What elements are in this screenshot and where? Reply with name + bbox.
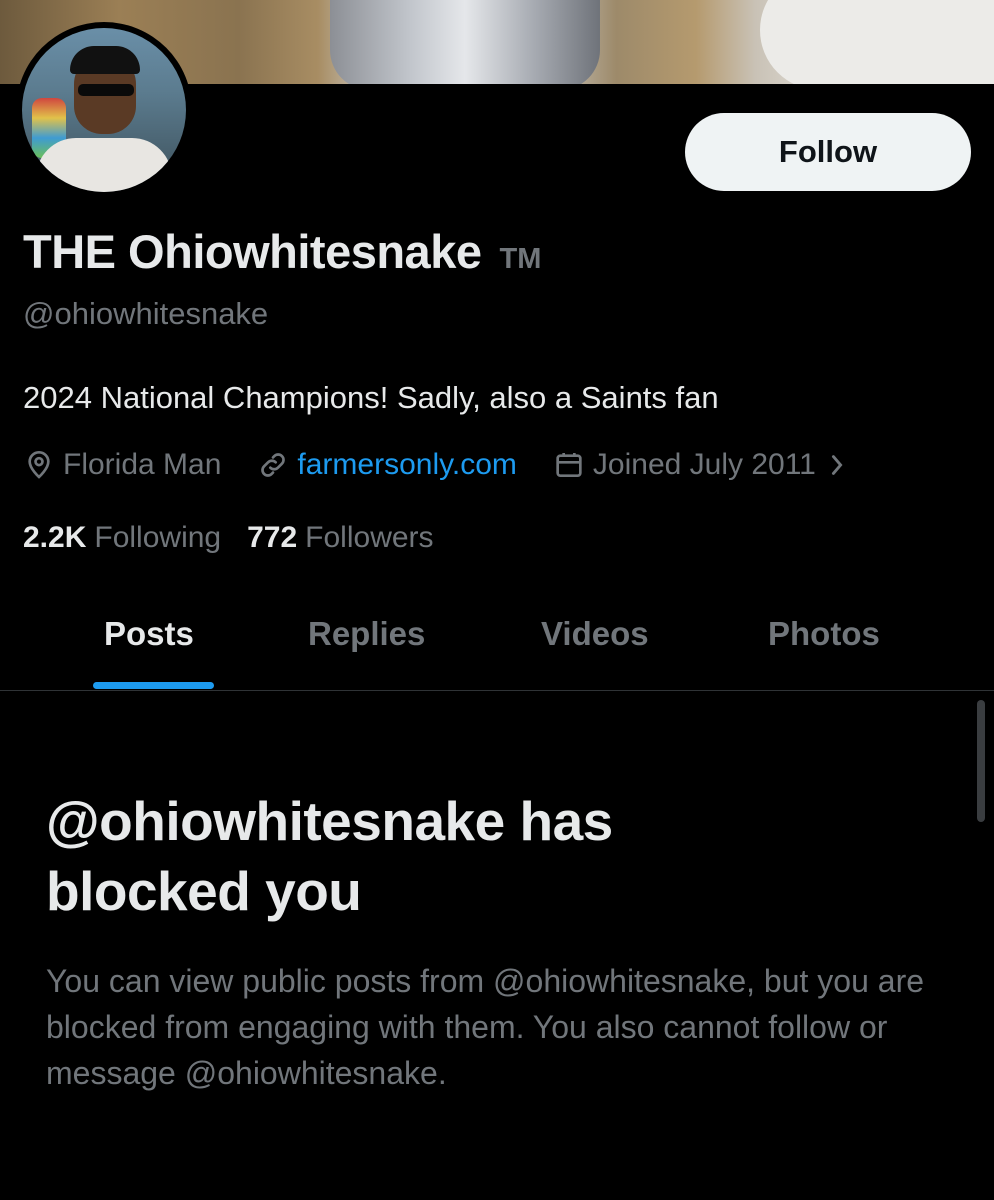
avatar-sunglasses: [78, 84, 134, 96]
tab-posts[interactable]: Posts: [104, 600, 194, 690]
location-item: Florida Man: [23, 448, 221, 482]
blocked-title: @ohiowhitesnake has blocked you: [46, 790, 613, 922]
followers-stat[interactable]: 772 Followers: [247, 521, 433, 555]
location-pin-icon: [28, 451, 50, 479]
link-icon: [261, 453, 286, 477]
follow-button[interactable]: Follow: [685, 113, 971, 191]
bio: 2024 National Champions! Sadly, also a S…: [23, 380, 719, 415]
scrollbar[interactable]: [977, 700, 985, 822]
active-tab-indicator: [93, 682, 214, 689]
followers-count: 772: [247, 521, 298, 554]
banner-shirt: [760, 0, 994, 84]
following-label: Following: [94, 521, 222, 554]
followers-label: Followers: [305, 521, 434, 554]
joined-item[interactable]: Joined July 2011: [553, 448, 854, 482]
website-item[interactable]: farmersonly.com: [257, 448, 517, 482]
name-row: THE Ohiowhitesnake TM: [23, 224, 541, 279]
display-name: THE Ohiowhitesnake: [23, 225, 482, 278]
tab-replies[interactable]: Replies: [308, 600, 425, 690]
banner-can: [330, 0, 600, 84]
trademark-badge: TM: [499, 243, 542, 275]
calendar-icon: [556, 453, 582, 477]
tab-photos[interactable]: Photos: [768, 600, 880, 690]
follow-stats: 2.2K Following 772 Followers: [23, 521, 460, 555]
profile-meta: Florida Man farmersonly.com Joined July …: [23, 448, 890, 482]
joined-text: Joined July 2011: [592, 448, 816, 481]
website-link[interactable]: farmersonly.com: [297, 448, 517, 482]
location-text: Florida Man: [63, 448, 222, 481]
avatar[interactable]: [16, 22, 192, 198]
following-stat[interactable]: 2.2K Following: [23, 521, 221, 555]
user-handle: @ohiowhitesnake: [23, 296, 269, 331]
tab-videos[interactable]: Videos: [541, 600, 649, 690]
chevron-right-icon: [831, 455, 843, 475]
avatar-image: [22, 28, 186, 192]
avatar-shirt: [36, 138, 172, 192]
avatar-cap: [70, 46, 140, 74]
tabs-divider: [0, 690, 994, 691]
profile-tabs: Posts Replies Videos Photos: [0, 600, 994, 690]
blocked-message: You can view public posts from @ohiowhit…: [46, 963, 925, 1091]
following-count: 2.2K: [23, 521, 87, 554]
